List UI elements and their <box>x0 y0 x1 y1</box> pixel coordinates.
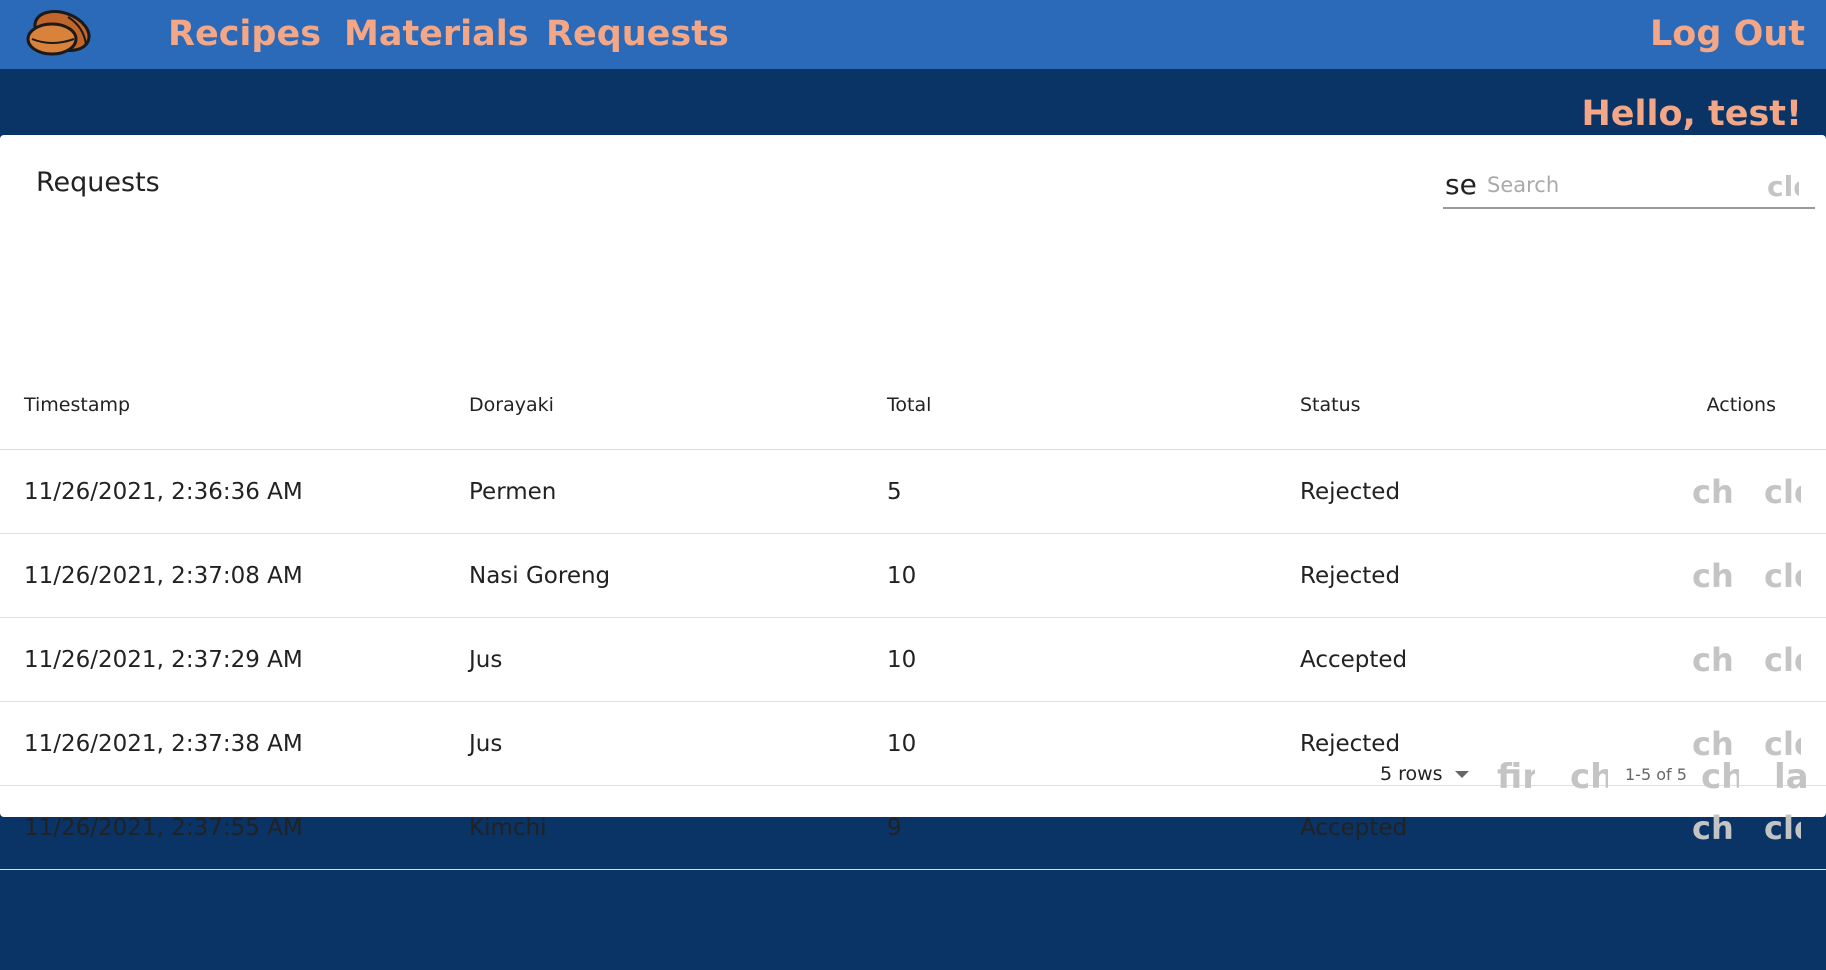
cell-timestamp: 11/26/2021, 2:36:36 AM <box>0 449 469 534</box>
cell-actions: ch cle <box>1680 533 1826 618</box>
cell-total: 10 <box>887 533 1300 618</box>
requests-card: Requests se cle Timestamp Dorayaki Total… <box>0 135 1826 870</box>
cell-status: Accepted <box>1300 617 1680 702</box>
reject-clear-icon[interactable]: cle <box>1764 642 1801 678</box>
dropdown-caret-icon <box>1454 771 1469 778</box>
next-page-icon[interactable]: ch <box>1701 757 1739 797</box>
table-header-row: Timestamp Dorayaki Total Status Actions <box>0 360 1826 450</box>
logout-link[interactable]: Log Out <box>1650 12 1805 56</box>
search-field: se cle <box>1443 167 1815 209</box>
column-header-actions: Actions <box>1680 360 1826 450</box>
navbar: Recipes Materials Requests Log Out <box>0 0 1826 69</box>
clear-search-icon[interactable]: cle <box>1767 171 1799 203</box>
rows-per-page-value: 5 rows <box>1380 763 1443 785</box>
cell-status: Rejected <box>1300 533 1680 618</box>
dorayaki-logo-icon[interactable] <box>26 9 94 59</box>
cell-actions: ch cle <box>1680 449 1826 534</box>
column-header-dorayaki[interactable]: Dorayaki <box>469 360 887 450</box>
search-icon: se <box>1445 168 1477 201</box>
card-title: Requests <box>36 167 160 198</box>
nav-recipes-link[interactable]: Recipes <box>168 12 321 56</box>
column-header-status[interactable]: Status <box>1300 360 1680 450</box>
table-row: 11/26/2021, 2:37:29 AM Jus 10 Accepted c… <box>0 617 1826 702</box>
nav-requests-link[interactable]: Requests <box>546 12 729 56</box>
accept-check-icon[interactable]: ch <box>1692 642 1732 678</box>
cell-timestamp: 11/26/2021, 2:37:08 AM <box>0 533 469 618</box>
cell-total: 10 <box>887 617 1300 702</box>
cell-timestamp: 11/26/2021, 2:37:29 AM <box>0 617 469 702</box>
cell-dorayaki: Nasi Goreng <box>469 533 887 618</box>
last-page-icon[interactable]: las <box>1774 757 1810 797</box>
cell-status: Rejected <box>1300 449 1680 534</box>
reject-clear-icon[interactable]: cle <box>1764 558 1801 594</box>
column-header-total[interactable]: Total <box>887 360 1300 450</box>
search-input[interactable] <box>1485 169 1759 201</box>
previous-page-icon[interactable]: ch <box>1570 757 1608 797</box>
page-range-text: 1-5 of 5 <box>1625 765 1687 784</box>
table-row: 11/26/2021, 2:36:36 AM Permen 5 Rejected… <box>0 449 1826 534</box>
cell-actions: ch cle <box>1680 617 1826 702</box>
cell-dorayaki: Permen <box>469 449 887 534</box>
table-row: 11/26/2021, 2:37:08 AM Nasi Goreng 10 Re… <box>0 533 1826 618</box>
column-header-timestamp[interactable]: Timestamp <box>0 360 469 450</box>
greeting-text: Hello, test! <box>1581 94 1802 134</box>
cell-dorayaki: Jus <box>469 617 887 702</box>
accept-check-icon[interactable]: ch <box>1692 558 1732 594</box>
cell-total: 5 <box>887 449 1300 534</box>
first-page-icon[interactable]: fir <box>1497 757 1535 797</box>
pagination-bar: 5 rows fir ch 1-5 of 5 ch las <box>0 737 1826 817</box>
accept-check-icon[interactable]: ch <box>1692 474 1732 510</box>
reject-clear-icon[interactable]: cle <box>1764 474 1801 510</box>
nav-materials-link[interactable]: Materials <box>344 12 529 56</box>
rows-per-page-select[interactable]: 5 rows <box>1380 763 1469 785</box>
